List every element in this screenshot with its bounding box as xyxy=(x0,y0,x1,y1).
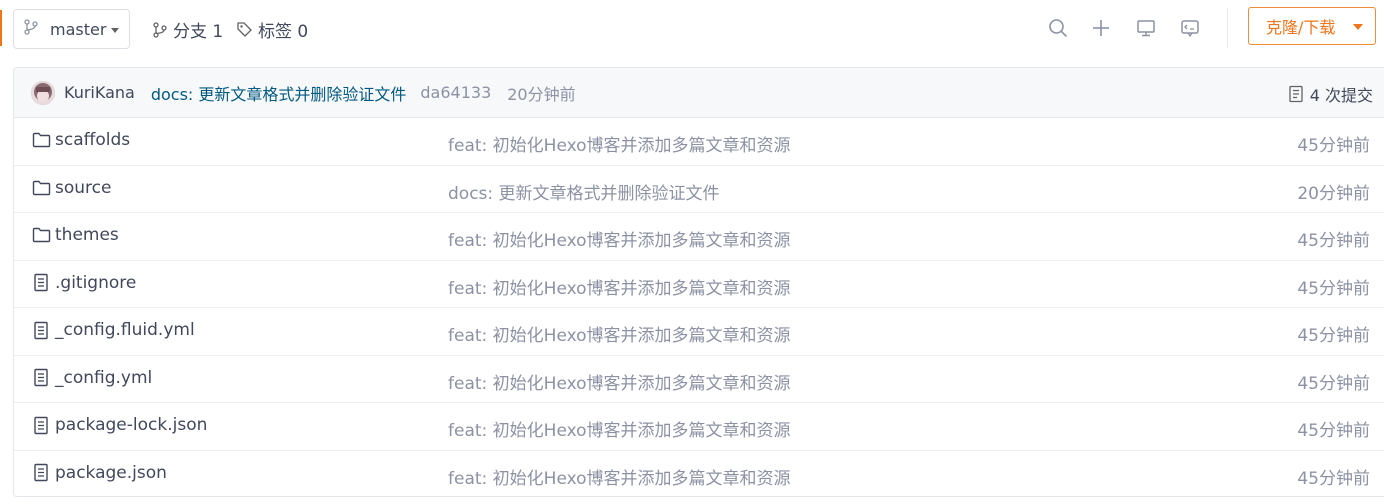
file-name: _config.yml xyxy=(55,367,153,388)
file-name-link[interactable]: scaffolds xyxy=(31,130,130,150)
file-last-commit[interactable]: feat: 初始化Hexo博客并添加多篇文章和资源 xyxy=(448,464,791,489)
search-icon[interactable] xyxy=(1046,16,1070,40)
web-ide-icon[interactable] xyxy=(1178,16,1202,40)
file-row[interactable]: _config.fluid.yml feat: 初始化Hexo博客并添加多篇文章和… xyxy=(14,308,1384,356)
file-last-commit[interactable]: feat: 初始化Hexo博客并添加多篇文章和资源 xyxy=(448,321,791,346)
tags-label: 标签 0 xyxy=(258,22,309,42)
tag-icon xyxy=(237,22,252,37)
chevron-down-icon xyxy=(111,28,119,33)
folder-icon xyxy=(31,130,51,150)
branch-select[interactable]: master xyxy=(13,9,130,49)
file-commit-time: 45分钟前 xyxy=(1297,136,1370,156)
branches-link[interactable]: 分支 1 xyxy=(152,17,223,42)
file-name-link[interactable]: themes xyxy=(31,225,119,245)
file-name: .gitignore xyxy=(55,272,137,293)
active-accent-bar xyxy=(0,10,2,46)
file-name-link[interactable]: source xyxy=(31,178,111,198)
file-table: KuriKana docs: 更新文章格式并删除验证文件 da64133 20分… xyxy=(13,67,1384,497)
branch-icon xyxy=(153,21,167,38)
file-row[interactable]: themes feat: 初始化Hexo博客并添加多篇文章和资源 45分钟前 xyxy=(14,213,1384,261)
file-icon xyxy=(31,273,51,293)
repo-toolbar: master 分支 1 标签 0 克隆/下载 xyxy=(0,0,1384,60)
branch-name: master xyxy=(50,19,107,39)
file-row[interactable]: package-lock.json feat: 初始化Hexo博客并添加多篇文章和… xyxy=(14,403,1384,451)
commit-count-label: 4 次提交 xyxy=(1309,86,1373,105)
file-name: package-lock.json xyxy=(55,415,208,435)
commit-count-link[interactable]: 4 次提交 xyxy=(1288,82,1373,106)
file-commit-time: 45分钟前 xyxy=(1297,326,1370,346)
file-commit-time: 20分钟前 xyxy=(1297,183,1370,204)
file-row[interactable]: scaffolds feat: 初始化Hexo博客并添加多篇文章和资源 45分钟前 xyxy=(14,118,1384,166)
avatar[interactable] xyxy=(31,80,55,105)
file-icon xyxy=(31,320,51,340)
clone-download-button[interactable]: 克隆/下载 xyxy=(1248,7,1376,45)
toolbar-divider xyxy=(1227,8,1228,48)
file-commit-time: 45分钟前 xyxy=(1297,421,1370,441)
commit-history-icon xyxy=(1289,85,1303,103)
file-row[interactable]: _config.yml feat: 初始化Hexo博客并添加多篇文章和资源 45分钟… xyxy=(14,356,1384,403)
file-name: scaffolds xyxy=(55,130,131,150)
repository-page: master 分支 1 标签 0 克隆/下载 KuriKana docs: 更新… xyxy=(0,0,1384,504)
file-last-commit[interactable]: docs: 更新文章格式并删除验证文件 xyxy=(448,179,720,204)
file-name-link[interactable]: _config.fluid.yml xyxy=(31,320,195,340)
file-row[interactable]: .gitignore feat: 初始化Hexo博客并添加多篇文章和资源 45分钟前 xyxy=(14,261,1384,308)
file-name-link[interactable]: .gitignore xyxy=(31,273,136,293)
file-name: source xyxy=(55,177,112,198)
file-name: package.json xyxy=(55,462,167,483)
commit-author[interactable]: KuriKana xyxy=(64,83,135,102)
branch-icon xyxy=(24,19,38,39)
file-icon xyxy=(31,368,51,388)
file-last-commit[interactable]: feat: 初始化Hexo博客并添加多篇文章和资源 xyxy=(448,274,791,299)
commit-sha[interactable]: da64133 xyxy=(420,83,491,102)
latest-commit-bar: KuriKana docs: 更新文章格式并删除验证文件 da64133 20分… xyxy=(14,68,1384,118)
file-name: themes xyxy=(55,225,119,245)
clone-download-label: 克隆/下载 xyxy=(1266,18,1336,37)
folder-icon xyxy=(31,178,51,198)
file-last-commit[interactable]: feat: 初始化Hexo博客并添加多篇文章和资源 xyxy=(448,226,791,251)
file-commit-time: 45分钟前 xyxy=(1297,468,1370,489)
monitor-icon[interactable] xyxy=(1134,16,1158,40)
file-row[interactable]: package.json feat: 初始化Hexo博客并添加多篇文章和资源 45分… xyxy=(14,451,1384,497)
folder-icon xyxy=(31,225,51,245)
file-name-link[interactable]: package.json xyxy=(31,463,167,483)
latest-commit-message[interactable]: docs: 更新文章格式并删除验证文件 xyxy=(151,81,407,105)
file-last-commit[interactable]: feat: 初始化Hexo博客并添加多篇文章和资源 xyxy=(448,131,791,156)
file-name-link[interactable]: package-lock.json xyxy=(31,415,207,435)
file-icon xyxy=(31,463,51,483)
tags-link[interactable]: 标签 0 xyxy=(236,17,308,42)
plus-icon[interactable] xyxy=(1089,16,1113,40)
file-commit-time: 45分钟前 xyxy=(1297,278,1370,299)
file-icon xyxy=(31,415,51,435)
file-row[interactable]: source docs: 更新文章格式并删除验证文件 20分钟前 xyxy=(14,166,1384,213)
file-name: _config.fluid.yml xyxy=(55,320,195,340)
file-last-commit[interactable]: feat: 初始化Hexo博客并添加多篇文章和资源 xyxy=(448,416,791,441)
file-name-link[interactable]: _config.yml xyxy=(31,368,152,388)
file-list: scaffolds feat: 初始化Hexo博客并添加多篇文章和资源 45分钟前 s… xyxy=(14,118,1384,497)
file-commit-time: 45分钟前 xyxy=(1297,373,1370,394)
file-last-commit[interactable]: feat: 初始化Hexo博客并添加多篇文章和资源 xyxy=(448,369,791,394)
file-commit-time: 45分钟前 xyxy=(1297,231,1370,251)
branches-label: 分支 1 xyxy=(173,22,224,42)
caret-down-icon xyxy=(1353,24,1363,30)
commit-time: 20分钟前 xyxy=(507,84,576,104)
